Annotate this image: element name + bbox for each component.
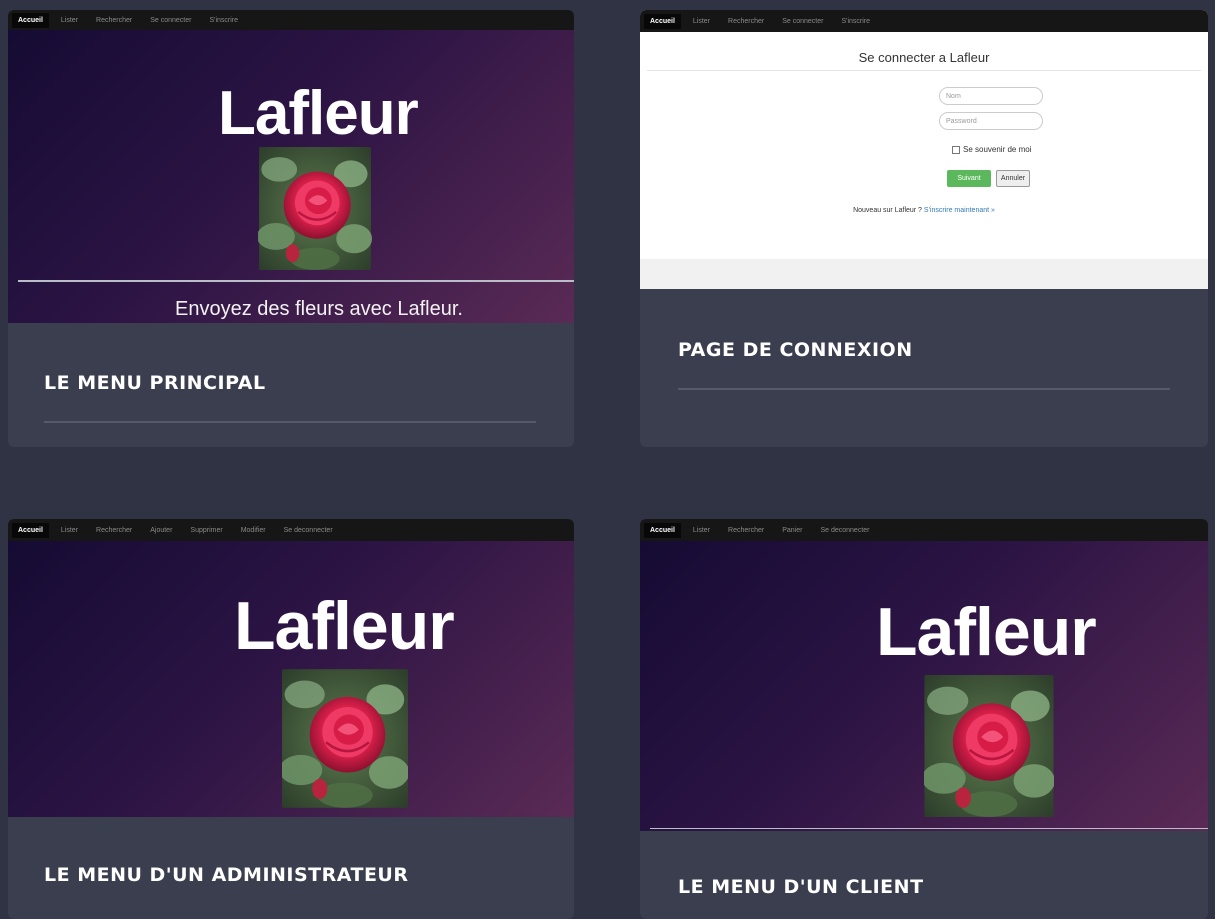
nav-lister[interactable]: Lister (693, 527, 710, 534)
nav-se-deconnecter[interactable]: Se deconnecter (820, 527, 869, 534)
submit-button[interactable]: Suivant (947, 170, 991, 187)
hero-divider (650, 828, 1208, 829)
nav-lister[interactable]: Lister (61, 17, 78, 24)
nav-se-connecter[interactable]: Se connecter (150, 17, 191, 24)
nav-accueil[interactable]: Accueil (12, 12, 49, 28)
remember-label: Se souvenir de moi (963, 145, 1032, 154)
signup-text: Nouveau sur Lafleur ? (853, 207, 922, 214)
cancel-button[interactable]: Annuler (996, 170, 1030, 187)
card-client-menu: Accueil Lister Rechercher Panier Se deco… (640, 519, 1208, 919)
brand-title: Lafleur (876, 594, 1097, 670)
login-form: Se connecter a Lafleur Nom Password Se s… (647, 32, 1201, 259)
screenshot-client-menu: Accueil Lister Rechercher Panier Se deco… (640, 519, 1208, 831)
nav-supprimer[interactable]: Supprimer (190, 527, 222, 534)
card-login: Accueil Lister Rechercher Se connecter S… (640, 10, 1208, 447)
screenshot-login: Accueil Lister Rechercher Se connecter S… (640, 10, 1208, 289)
nav-panier[interactable]: Panier (782, 527, 802, 534)
navbar: Accueil Lister Rechercher Panier Se deco… (640, 519, 1208, 541)
rose-image (924, 675, 1054, 817)
screenshot-main-menu: Accueil Lister Rechercher Se connecter S… (8, 10, 574, 323)
nav-rechercher[interactable]: Rechercher (96, 527, 132, 534)
rose-image (282, 669, 408, 808)
navbar: Accueil Lister Rechercher Ajouter Suppri… (8, 519, 574, 541)
slogan: Envoyez des fleurs avec Lafleur. (175, 298, 463, 320)
nav-rechercher[interactable]: Rechercher (728, 18, 764, 25)
navbar: Accueil Lister Rechercher Se connecter S… (640, 10, 1208, 32)
name-input[interactable]: Nom (939, 87, 1043, 105)
card-admin-menu: Accueil Lister Rechercher Ajouter Suppri… (8, 519, 574, 919)
nav-lister[interactable]: Lister (693, 18, 710, 25)
caption-main-menu: LE MENU PRINCIPAL (44, 372, 266, 394)
password-input[interactable]: Password (939, 112, 1043, 130)
screenshot-admin-menu: Accueil Lister Rechercher Ajouter Suppri… (8, 519, 574, 817)
remember-me[interactable]: Se souvenir de moi (952, 145, 1031, 154)
login-title: Se connecter a Lafleur (858, 50, 990, 65)
nav-ajouter[interactable]: Ajouter (150, 527, 172, 534)
brand-title: Lafleur (218, 79, 419, 148)
nav-se-connecter[interactable]: Se connecter (782, 18, 823, 25)
nav-rechercher[interactable]: Rechercher (728, 527, 764, 534)
nav-se-deconnecter[interactable]: Se deconnecter (284, 527, 333, 534)
nav-s-inscrire[interactable]: S'inscrire (841, 18, 870, 25)
nav-accueil[interactable]: Accueil (644, 522, 681, 538)
nav-s-inscrire[interactable]: S'inscrire (209, 17, 238, 24)
caption-rule (44, 421, 536, 423)
nav-modifier[interactable]: Modifier (241, 527, 266, 534)
rose-image (258, 147, 372, 270)
nav-accueil[interactable]: Accueil (12, 522, 49, 538)
remember-checkbox[interactable] (952, 145, 960, 154)
caption-client-menu: LE MENU D'UN CLIENT (678, 876, 924, 898)
hero-banner: Lafleur (640, 541, 1208, 831)
hero-divider (18, 280, 574, 282)
hero-banner: Lafleur Envoyez des fleurs avec Lafleur. (8, 30, 574, 323)
login-divider (647, 70, 1201, 71)
caption-rule (678, 388, 1170, 390)
caption-admin-menu: LE MENU D'UN ADMINISTRATEUR (44, 864, 409, 886)
card-main-menu: Accueil Lister Rechercher Se connecter S… (8, 10, 574, 447)
login-footer-band (640, 259, 1208, 289)
nav-accueil[interactable]: Accueil (644, 13, 681, 29)
signup-link[interactable]: S'inscrire maintenant » (924, 207, 995, 214)
brand-title: Lafleur (234, 588, 455, 664)
nav-rechercher[interactable]: Rechercher (96, 17, 132, 24)
navbar: Accueil Lister Rechercher Se connecter S… (8, 10, 574, 30)
signup-line: Nouveau sur Lafleur ? S'inscrire mainten… (647, 207, 1201, 214)
hero-banner: Lafleur (8, 541, 574, 817)
nav-lister[interactable]: Lister (61, 527, 78, 534)
caption-login: PAGE DE CONNEXION (678, 339, 913, 361)
